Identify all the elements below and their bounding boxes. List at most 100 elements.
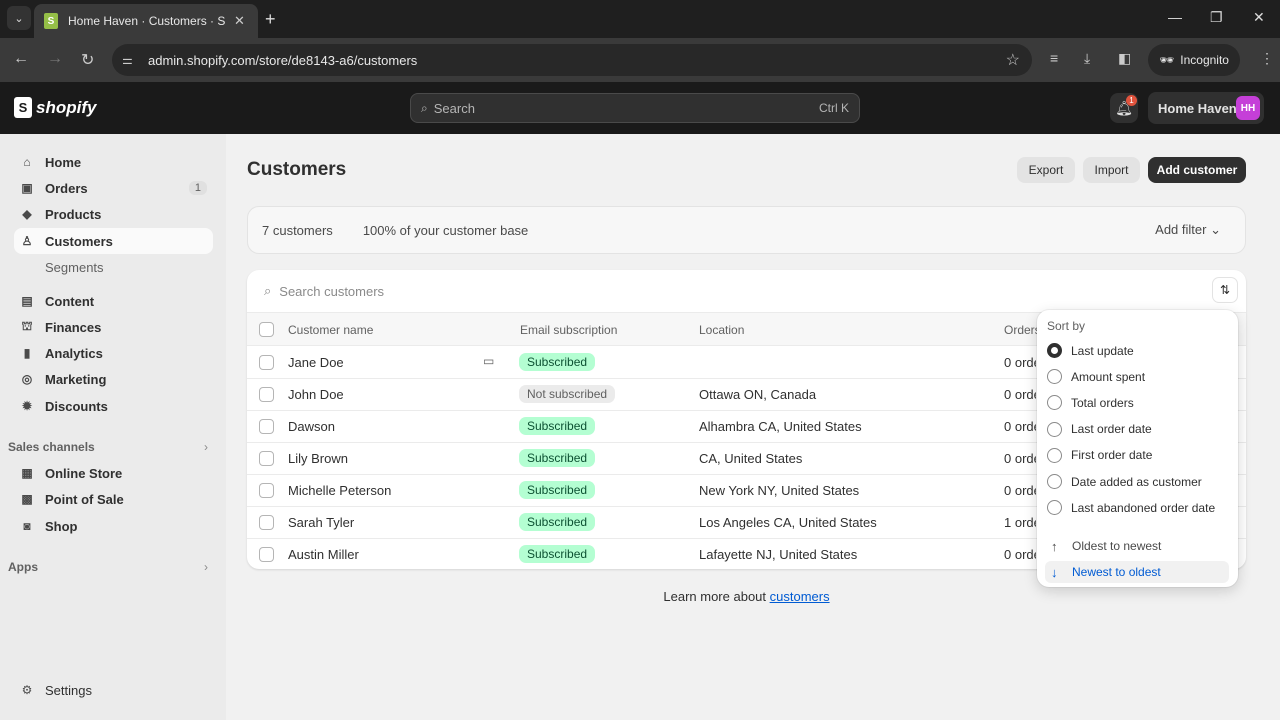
row-checkbox[interactable] bbox=[259, 419, 274, 434]
import-button[interactable]: Import bbox=[1083, 157, 1140, 183]
customer-name[interactable]: John Doe bbox=[288, 387, 344, 402]
customer-orders: 0 orders bbox=[1004, 451, 1036, 466]
customer-name[interactable]: Jane Doe bbox=[288, 355, 344, 370]
sidebar-item-online-store[interactable]: ▦ Online Store bbox=[14, 460, 213, 486]
store-menu-button[interactable]: Home Haven HH bbox=[1148, 92, 1264, 124]
sort-option[interactable]: Last update bbox=[1047, 343, 1134, 358]
content-icon: ▤ bbox=[21, 294, 33, 308]
export-button[interactable]: Export bbox=[1017, 157, 1075, 183]
shopify-bag-icon: S bbox=[14, 97, 32, 118]
sidebar-item-finances[interactable]: ⛫ Finances bbox=[14, 314, 213, 340]
download-icon[interactable]: ⤓ bbox=[1084, 50, 1090, 67]
customer-orders: 0 orders bbox=[1004, 387, 1036, 402]
add-filter-button[interactable]: Add filter ⌄ bbox=[1155, 222, 1221, 238]
browser-tab-active[interactable]: S Home Haven · Customers · Shopify ✕ bbox=[34, 4, 258, 38]
sidebar-item-discounts[interactable]: ✹ Discounts bbox=[14, 393, 213, 419]
reload-icon[interactable]: ↻ bbox=[81, 50, 94, 70]
customer-name[interactable]: Michelle Peterson bbox=[288, 483, 391, 498]
sidebar-item-marketing[interactable]: ◎ Marketing bbox=[14, 366, 213, 392]
sidebar-item-point-of-sale[interactable]: ▩ Point of Sale bbox=[14, 486, 213, 512]
column-header-orders[interactable]: Orders bbox=[1004, 323, 1041, 337]
sidebar-item-orders[interactable]: ▣ Orders 1 bbox=[14, 175, 213, 201]
sort-option[interactable]: Last abandoned order date bbox=[1047, 500, 1215, 516]
new-tab-button[interactable]: + bbox=[265, 9, 276, 30]
column-header-location[interactable]: Location bbox=[699, 323, 744, 337]
sidebar-item-content[interactable]: ▤ Content bbox=[14, 288, 213, 314]
sort-oldest-to-newest[interactable]: ↑ Oldest to newest bbox=[1045, 535, 1229, 557]
tab-list-button[interactable]: ⌄ bbox=[7, 6, 31, 30]
sort-option[interactable]: Last order date bbox=[1047, 421, 1152, 437]
incognito-badge[interactable]: 🕶 Incognito bbox=[1148, 44, 1240, 76]
select-all-checkbox[interactable] bbox=[259, 322, 274, 337]
add-customer-button[interactable]: Add customer bbox=[1148, 157, 1246, 183]
notifications-button[interactable]: 🔔︎ 1 bbox=[1110, 93, 1138, 123]
radio-button[interactable] bbox=[1047, 421, 1062, 437]
person-icon: ♙ bbox=[21, 234, 33, 248]
radio-button[interactable] bbox=[1047, 343, 1062, 358]
sidebar-item-customers[interactable]: ♙ Customers bbox=[14, 228, 213, 254]
sort-button[interactable]: ⇅ bbox=[1212, 277, 1238, 303]
media-icon[interactable]: ≡ bbox=[1050, 50, 1058, 66]
radio-button[interactable] bbox=[1047, 474, 1062, 489]
address-bar[interactable]: ⚌ admin.shopify.com/store/de8143-a6/cust… bbox=[112, 44, 1032, 76]
row-checkbox[interactable] bbox=[259, 515, 274, 530]
incognito-icon: 🕶 bbox=[1159, 53, 1175, 67]
sort-newest-to-oldest[interactable]: ↓ Newest to oldest bbox=[1045, 561, 1229, 583]
sidebar-item-analytics[interactable]: ▮ Analytics bbox=[14, 340, 213, 366]
customer-name[interactable]: Lily Brown bbox=[288, 451, 348, 466]
subscription-badge: Not subscribed bbox=[519, 385, 616, 403]
url-text[interactable]: admin.shopify.com/store/de8143-a6/custom… bbox=[148, 53, 417, 68]
apps-header[interactable]: Apps › bbox=[8, 560, 208, 574]
incognito-label: Incognito bbox=[1180, 53, 1229, 67]
radio-button[interactable] bbox=[1047, 395, 1062, 411]
sort-option-label: First order date bbox=[1071, 448, 1153, 463]
customer-name[interactable]: Dawson bbox=[288, 419, 335, 434]
row-checkbox[interactable] bbox=[259, 355, 274, 370]
site-info-icon[interactable]: ⚌ bbox=[122, 53, 142, 67]
learn-more-footer: Learn more about customers bbox=[0, 589, 1280, 604]
sort-direction-label: Newest to oldest bbox=[1072, 565, 1161, 579]
customer-search-input[interactable]: ⌕ Search customers bbox=[247, 270, 1246, 312]
row-checkbox[interactable] bbox=[259, 483, 274, 498]
back-icon[interactable]: ← bbox=[13, 50, 29, 68]
radio-button[interactable] bbox=[1047, 447, 1062, 463]
restore-icon[interactable]: ❐ bbox=[1210, 9, 1223, 26]
bookmark-star-icon[interactable]: ☆ bbox=[1006, 50, 1020, 70]
sidebar-item-settings[interactable]: ⚙ Settings bbox=[14, 677, 213, 703]
sidebar-item-segments[interactable]: Segments bbox=[45, 260, 104, 275]
customer-count: 7 customers bbox=[262, 222, 333, 238]
column-header-email-subscription[interactable]: Email subscription bbox=[520, 323, 617, 337]
browser-menu-icon[interactable]: ⋮ bbox=[1260, 50, 1274, 67]
forward-icon[interactable]: → bbox=[47, 50, 63, 68]
sort-option[interactable]: Total orders bbox=[1047, 395, 1134, 411]
radio-button[interactable] bbox=[1047, 369, 1062, 385]
sort-option[interactable]: Amount spent bbox=[1047, 369, 1145, 385]
shopify-logo[interactable]: S shopify bbox=[14, 97, 96, 118]
tag-icon: ◆ bbox=[22, 207, 32, 221]
sales-channels-header[interactable]: Sales channels › bbox=[8, 440, 208, 454]
sidebar-item-label: Content bbox=[45, 293, 95, 309]
customer-name[interactable]: Austin Miller bbox=[288, 547, 359, 562]
sidebar-item-shop[interactable]: ◙ Shop bbox=[14, 513, 213, 539]
sidebar-item-label: Point of Sale bbox=[45, 491, 124, 507]
sidebar-item-label: Online Store bbox=[45, 465, 123, 481]
minimize-icon[interactable]: — bbox=[1168, 9, 1182, 25]
column-header-name[interactable]: Customer name bbox=[288, 323, 373, 337]
page-title: Customers bbox=[247, 159, 347, 180]
row-checkbox[interactable] bbox=[259, 547, 274, 562]
admin-top-bar: S shopify ⌕ Search Ctrl K 🔔︎ 1 Home Have… bbox=[0, 82, 1280, 134]
row-checkbox[interactable] bbox=[259, 387, 274, 402]
sort-option[interactable]: Date added as customer bbox=[1047, 474, 1202, 489]
customers-help-link[interactable]: customers bbox=[770, 589, 830, 604]
row-checkbox[interactable] bbox=[259, 451, 274, 466]
tab-close-icon[interactable]: ✕ bbox=[234, 13, 245, 29]
close-window-icon[interactable]: ✕ bbox=[1253, 9, 1265, 26]
subscription-badge: Subscribed bbox=[519, 545, 596, 563]
global-search-input[interactable]: ⌕ Search Ctrl K bbox=[410, 93, 860, 123]
sidebar-item-home[interactable]: ⌂ Home bbox=[14, 149, 213, 175]
sidebar-item-products[interactable]: ◆ Products bbox=[14, 201, 213, 227]
radio-button[interactable] bbox=[1047, 500, 1062, 516]
customer-name[interactable]: Sarah Tyler bbox=[288, 515, 354, 530]
sort-option[interactable]: First order date bbox=[1047, 447, 1153, 463]
side-panel-icon[interactable]: ◧ bbox=[1118, 50, 1131, 67]
